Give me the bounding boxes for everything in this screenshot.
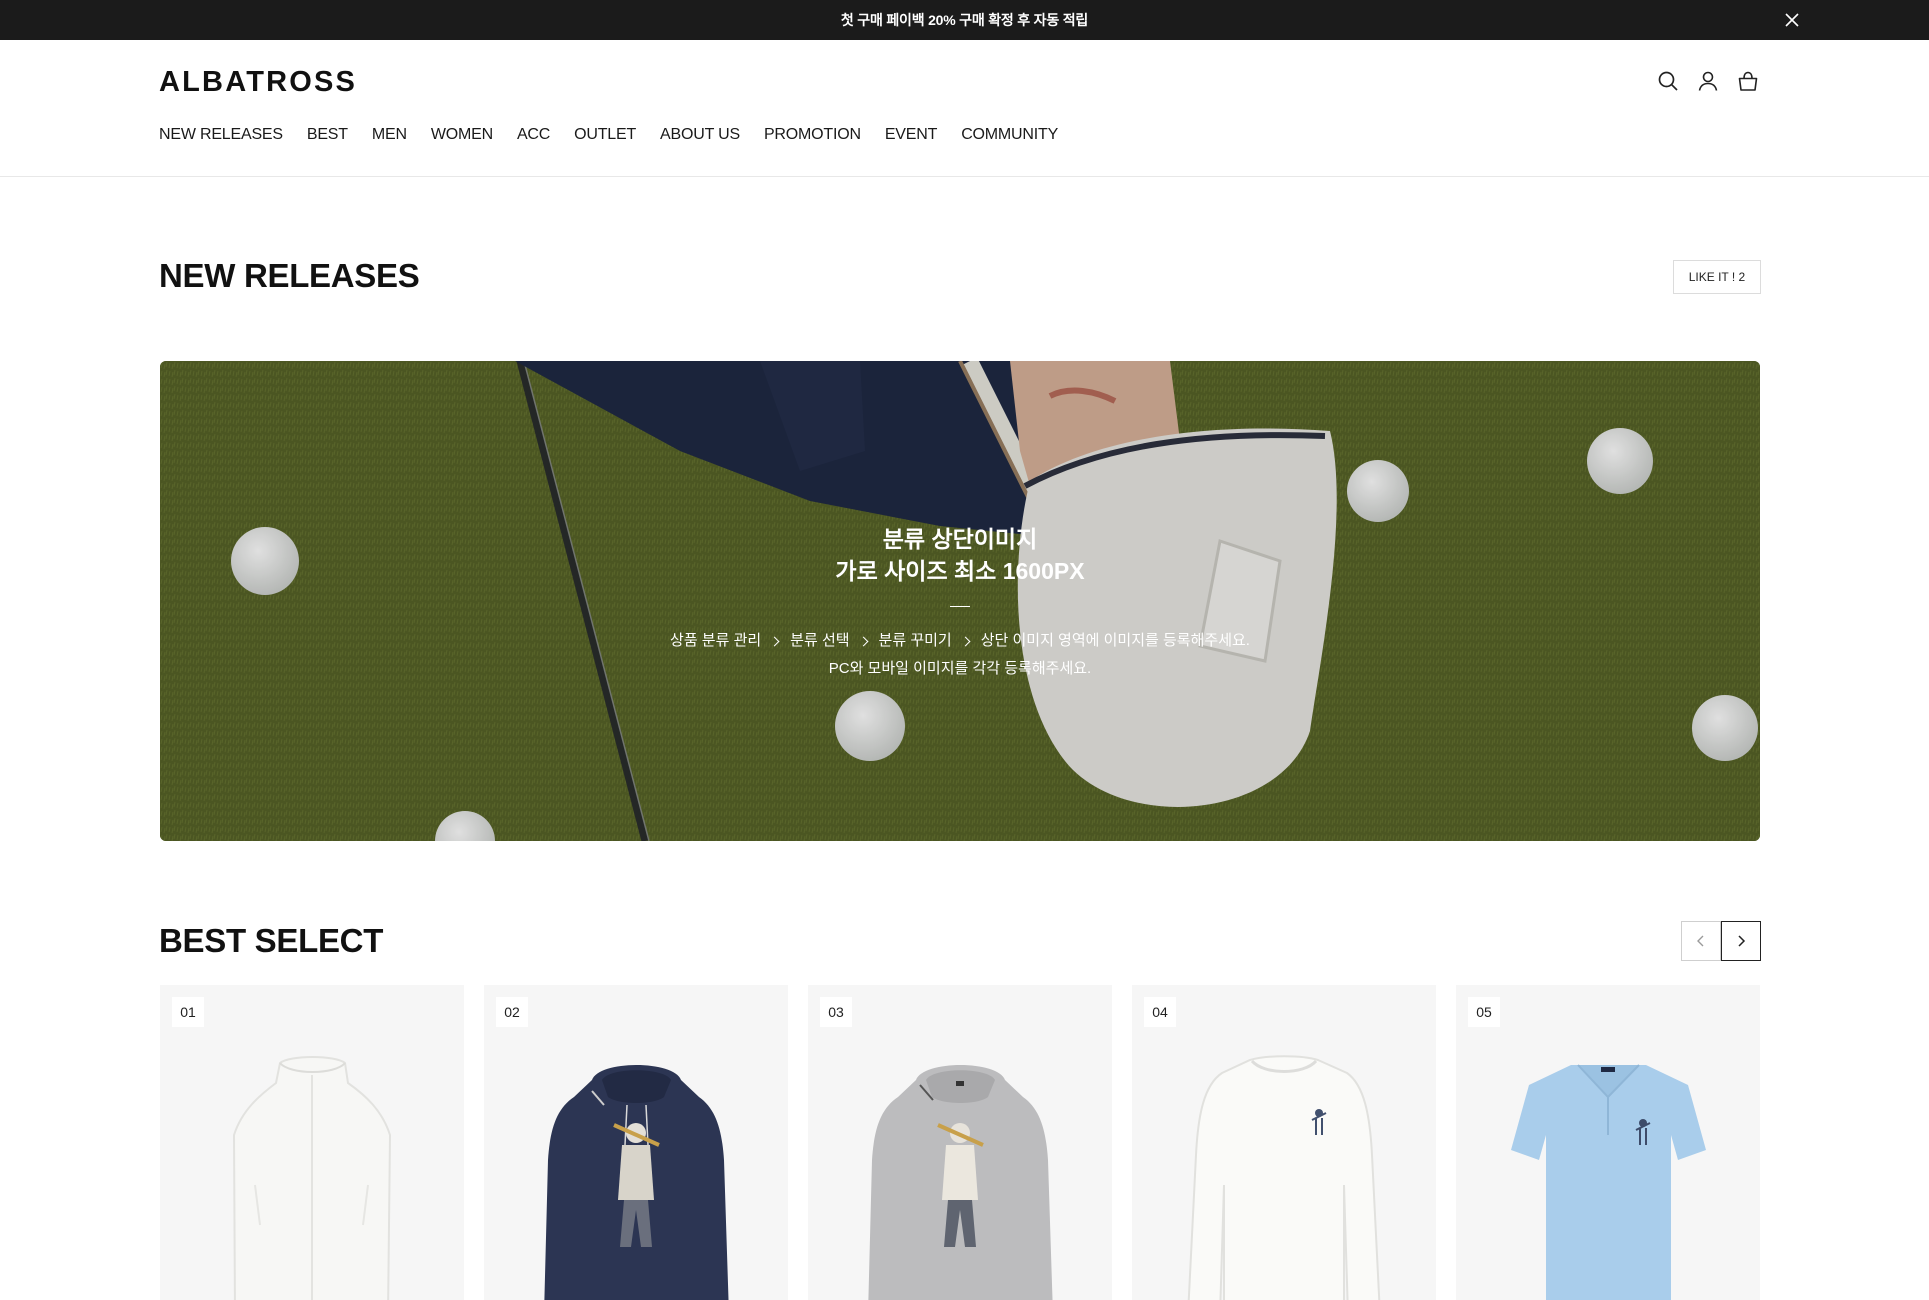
announcement-bar: 첫 구매 페이백 20% 구매 확정 후 자동 적립	[0, 0, 1929, 40]
slider-next-button[interactable]	[1721, 921, 1761, 961]
logo[interactable]: ALBATROSS	[159, 66, 357, 99]
section-title-new-releases: NEW RELEASES	[159, 257, 420, 294]
chevron-right-icon	[1738, 935, 1746, 947]
product-image	[1511, 1064, 1706, 1300]
nav-event[interactable]: EVENT	[885, 126, 938, 144]
slider-nav	[1681, 921, 1761, 961]
product-image	[232, 1056, 392, 1300]
banner-title: 분류 상단이미지 가로 사이즈 최소 1600PX	[160, 523, 1760, 587]
nav-women[interactable]: WOMEN	[431, 126, 493, 144]
rank-badge: 04	[1144, 997, 1176, 1027]
banner-description: 상품 분류 관리 분류 선택 분류 꾸미기 상단 이미지 영역에 이미지를 등록…	[160, 627, 1760, 683]
chevron-right-icon	[960, 636, 971, 646]
banner-path-step: 상단 이미지 영역에 이미지를 등록해주세요.	[980, 632, 1250, 649]
product-card[interactable]: 04	[1132, 985, 1436, 1300]
header-icons	[1655, 68, 1761, 94]
product-image	[1187, 1055, 1381, 1300]
nav-promotion[interactable]: PROMOTION	[764, 126, 861, 144]
site-header: ALBATROSS NEW RELEASES BEST MEN WOMEN AC…	[0, 40, 1929, 177]
like-button[interactable]: LIKE IT ! 2	[1673, 260, 1761, 294]
nav-community[interactable]: COMMUNITY	[961, 126, 1058, 144]
banner-photo	[160, 361, 1760, 841]
product-card[interactable]: 03	[808, 985, 1112, 1300]
chevron-left-icon	[1697, 935, 1704, 947]
section-title-best-select: BEST SELECT	[159, 922, 384, 959]
product-list: 01 02 03 04 05	[160, 985, 1760, 1300]
product-image	[544, 1065, 729, 1300]
slider-prev-button[interactable]	[1681, 921, 1721, 961]
rank-badge: 01	[172, 997, 204, 1027]
user-icon[interactable]	[1695, 68, 1721, 94]
banner-description-line2: PC와 모바일 이미지를 각각 등록해주세요.	[828, 660, 1092, 677]
banner-title-line2: 가로 사이즈 최소 1600PX	[835, 558, 1085, 584]
search-icon[interactable]	[1655, 68, 1681, 94]
nav-new-releases[interactable]: NEW RELEASES	[159, 126, 283, 144]
product-card[interactable]: 02	[484, 985, 788, 1300]
banner-title-line1: 분류 상단이미지	[882, 526, 1038, 552]
banner-path-step: 상품 분류 관리	[670, 632, 762, 649]
nav-outlet[interactable]: OUTLET	[574, 126, 636, 144]
announcement-text: 첫 구매 페이백 20% 구매 확정 후 자동 적립	[840, 12, 1089, 28]
chevron-right-icon	[769, 636, 780, 646]
close-icon[interactable]	[1783, 11, 1801, 29]
product-card[interactable]: 01	[160, 985, 464, 1300]
nav-acc[interactable]: ACC	[517, 126, 550, 144]
banner-path-step: 분류 선택	[790, 632, 850, 649]
rank-badge: 02	[496, 997, 528, 1027]
banner-divider	[950, 606, 970, 607]
rank-badge: 05	[1468, 997, 1500, 1027]
cart-icon[interactable]	[1735, 68, 1761, 94]
chevron-right-icon	[858, 636, 868, 646]
banner-path-step: 분류 꾸미기	[878, 632, 952, 649]
main-nav: NEW RELEASES BEST MEN WOMEN ACC OUTLET A…	[159, 126, 1058, 144]
rank-badge: 03	[820, 997, 852, 1027]
nav-about-us[interactable]: ABOUT US	[660, 126, 740, 144]
nav-men[interactable]: MEN	[372, 126, 407, 144]
category-banner: 분류 상단이미지 가로 사이즈 최소 1600PX 상품 분류 관리 분류 선택…	[160, 361, 1760, 841]
nav-best[interactable]: BEST	[307, 126, 348, 144]
banner-path: 상품 분류 관리 분류 선택 분류 꾸미기 상단 이미지 영역에 이미지를 등록…	[670, 627, 1250, 655]
product-card[interactable]: 05	[1456, 985, 1760, 1300]
product-image	[868, 1065, 1053, 1300]
